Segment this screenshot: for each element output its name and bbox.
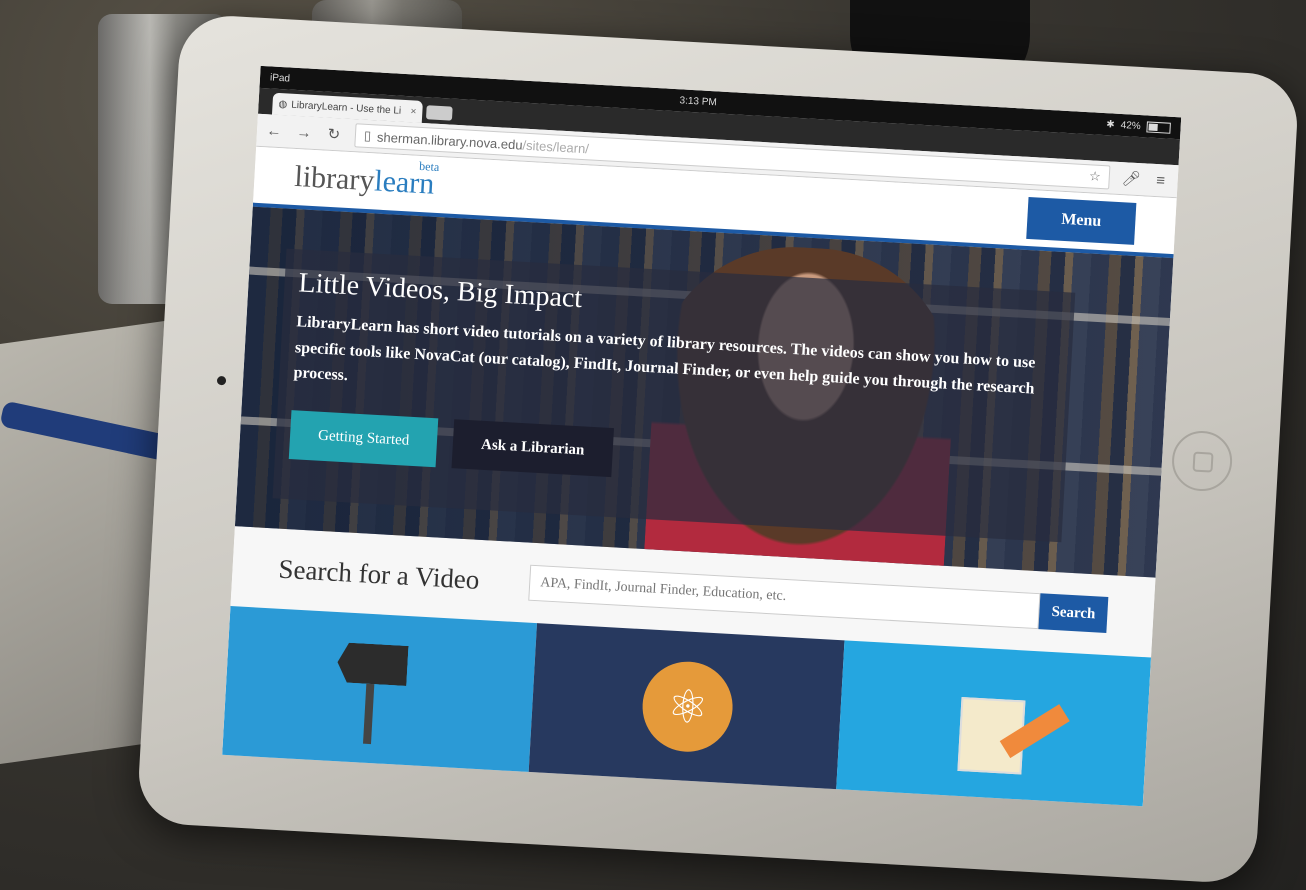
forward-arrow-icon[interactable]: → [295,123,314,141]
url-host: sherman.library.nova.edu [376,128,523,153]
menu-button[interactable]: Menu [1026,196,1137,245]
search-input[interactable] [528,564,1041,630]
beta-badge: beta [418,158,440,174]
star-icon[interactable]: ☆ [1089,168,1101,185]
new-tab-button[interactable] [425,105,453,121]
globe-icon: ◍ [278,98,288,110]
ipad-device: iPad 3:13 PM ✱ 42% ◍ LibraryLearn - Use … [136,13,1300,885]
hero-banner: Little Videos, Big Impact LibraryLearn h… [234,206,1174,578]
category-tile[interactable] [834,640,1152,807]
reload-icon[interactable]: ↻ [324,125,343,144]
screen: iPad 3:13 PM ✱ 42% ◍ LibraryLearn - Use … [222,65,1182,807]
search-form: Search [528,564,1109,633]
tab-title: LibraryLearn - Use the Li [290,99,402,117]
page-icon: ▯ [363,127,372,144]
microphone-icon[interactable]: 🎤︎ [1121,169,1141,188]
url-path: /sites/learn/ [522,137,590,156]
close-icon[interactable]: × [410,106,416,117]
atom-icon: ⚛ [640,659,736,755]
browser-menu-icon[interactable]: ≡ [1151,171,1170,189]
battery-percent: 42% [1120,119,1141,132]
status-time: 3:13 PM [679,94,718,108]
category-tile[interactable] [222,606,538,803]
site-logo[interactable]: librarylearn beta [294,159,440,202]
device-label: iPad [269,71,291,85]
signpost-pole [362,683,375,745]
bluetooth-icon: ✱ [1106,118,1116,131]
back-arrow-icon[interactable]: ← [265,122,284,140]
signpost-icon [336,642,408,686]
home-button[interactable] [1170,429,1234,493]
camera-icon [216,375,227,386]
hero-overlay: Little Videos, Big Impact LibraryLearn h… [272,248,1076,543]
getting-started-button[interactable]: Getting Started [288,409,439,468]
hero-buttons: Getting Started Ask a Librarian [288,409,1053,501]
search-heading: Search for a Video [277,553,481,595]
search-button[interactable]: Search [1038,593,1109,633]
category-tile[interactable]: ⚛ [527,623,845,807]
ask-librarian-button[interactable]: Ask a Librarian [451,419,614,477]
battery-icon [1146,120,1171,134]
